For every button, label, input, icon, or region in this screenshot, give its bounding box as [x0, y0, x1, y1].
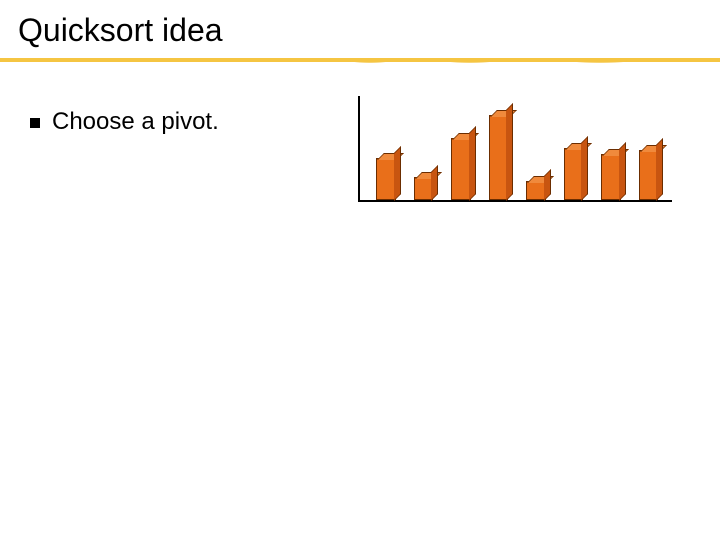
title-underline [0, 58, 720, 64]
chart-bar [489, 115, 509, 200]
bullet-text: Choose a pivot. [52, 108, 219, 136]
chart-bar [376, 158, 396, 200]
square-bullet-icon [30, 118, 40, 128]
chart-bar [414, 177, 434, 200]
chart-bar [451, 138, 471, 200]
bar-chart [358, 96, 672, 202]
slide-title: Quicksort idea [0, 0, 720, 49]
chart-bar [601, 154, 621, 200]
chart-bar [639, 150, 659, 200]
chart-bar [526, 181, 546, 200]
chart-bar [564, 148, 584, 200]
chart-bars [358, 96, 672, 202]
